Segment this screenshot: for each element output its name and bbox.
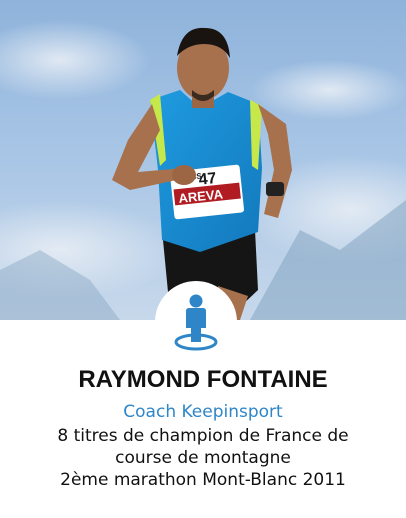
- description-line: 8 titres de champion de France de: [57, 426, 349, 446]
- profile-card: AREVA 47 ICS RAYMOND FONTAINE Coach Ke: [0, 0, 406, 518]
- description-line: course de montagne: [115, 448, 291, 468]
- coach-role: Coach Keepinsport: [123, 402, 283, 422]
- profile-photo: AREVA 47 ICS: [0, 0, 406, 320]
- runner-photo-illustration: AREVA 47 ICS: [0, 0, 406, 320]
- description-line: 2ème marathon Mont-Blanc 2011: [60, 470, 346, 490]
- coach-name: RAYMOND FONTAINE: [78, 366, 328, 393]
- coach-badge: [155, 281, 237, 363]
- coach-description: 8 titres de champion de France de course…: [40, 425, 366, 491]
- coach-person-icon: [172, 292, 220, 352]
